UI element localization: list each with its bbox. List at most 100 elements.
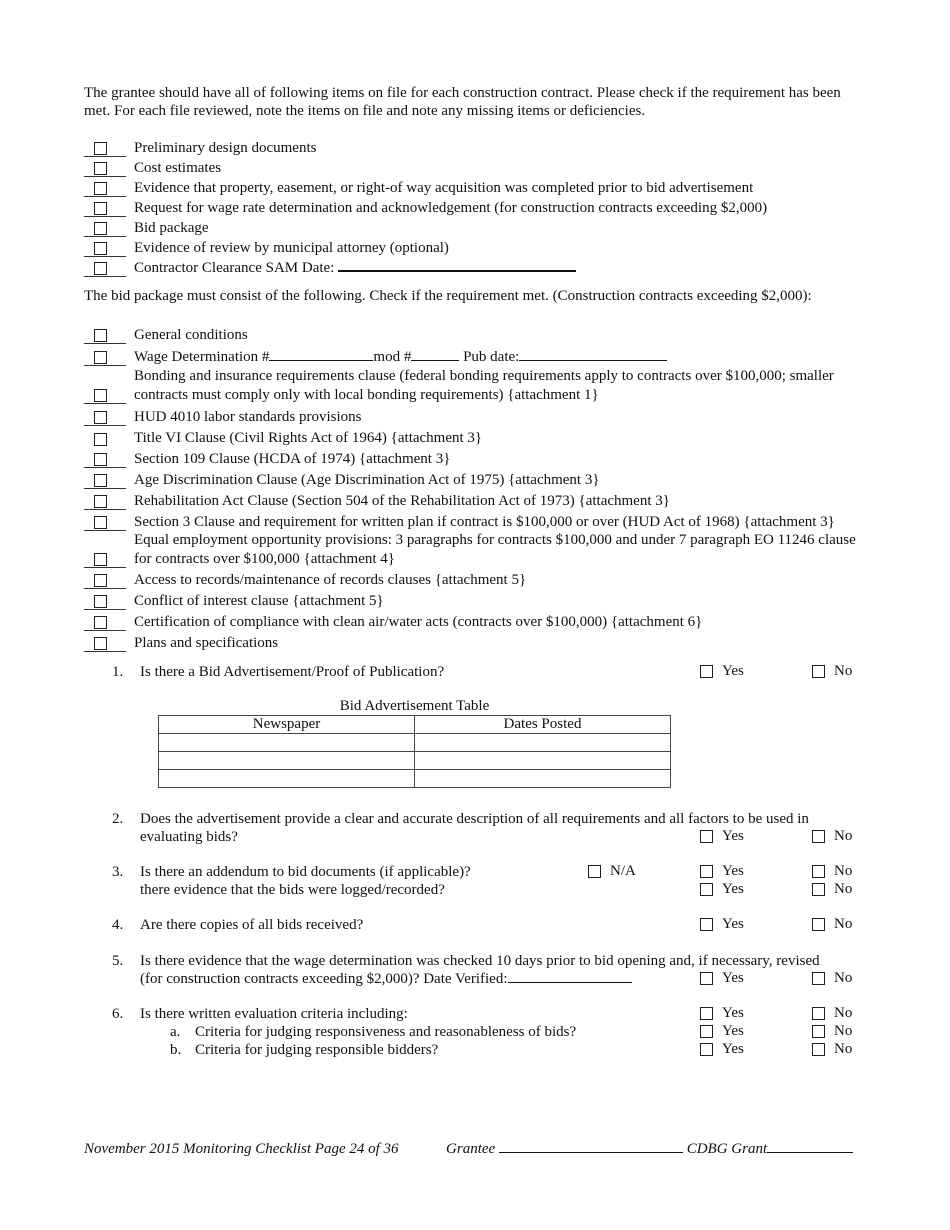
q6a-no-option[interactable]: No xyxy=(812,1023,852,1040)
q4-no-option[interactable]: No xyxy=(812,916,852,933)
checkbox[interactable] xyxy=(94,202,107,215)
checkbox[interactable] xyxy=(94,595,107,608)
q2-no-option[interactable]: No xyxy=(812,828,852,845)
checkbox[interactable] xyxy=(94,574,107,587)
q2-yes-option[interactable]: Yes xyxy=(700,828,744,845)
yes-label: Yes xyxy=(722,1041,744,1057)
newspaper-cell[interactable] xyxy=(158,733,415,752)
q5-yes-option[interactable]: Yes xyxy=(700,970,744,987)
checkbox[interactable] xyxy=(700,1007,713,1020)
checkbox[interactable] xyxy=(700,830,713,843)
checkbox[interactable] xyxy=(94,474,107,487)
checkbox[interactable] xyxy=(94,389,107,402)
no-label: No xyxy=(834,1005,853,1021)
checklist-item: Cost estimates xyxy=(84,157,874,177)
checkbox[interactable] xyxy=(94,182,107,195)
sub-text: Criteria for judging responsible bidders… xyxy=(195,1042,439,1058)
question-text: Is there written evaluation criteria inc… xyxy=(140,1006,408,1022)
mod-field[interactable] xyxy=(411,359,460,361)
item-label: Age Discrimination Clause (Age Discrimin… xyxy=(134,471,600,488)
checkbox[interactable] xyxy=(94,637,107,650)
item-label: Section 3 Clause and requirement for wri… xyxy=(134,513,835,530)
footer-grantee-field[interactable] xyxy=(498,1152,683,1153)
item-label: Rehabilitation Act Clause (Section 504 o… xyxy=(134,492,670,509)
question-text: Does the advertisement provide a clear a… xyxy=(140,811,809,845)
checkbox[interactable] xyxy=(94,516,107,529)
checkbox[interactable] xyxy=(700,1025,713,1038)
item-label: Access to records/maintenance of records… xyxy=(134,571,527,588)
document-page: The grantee should have all of following… xyxy=(0,0,950,1230)
checkbox[interactable] xyxy=(812,1025,825,1038)
q1-yes-option[interactable]: Yes xyxy=(700,663,744,680)
checkbox[interactable] xyxy=(700,972,713,985)
q5-no-option[interactable]: No xyxy=(812,970,852,987)
checkbox[interactable] xyxy=(700,665,713,678)
q6b-yes-option[interactable]: Yes xyxy=(700,1041,744,1058)
no-label: No xyxy=(834,863,853,879)
item-label: Request for wage rate determination and … xyxy=(134,199,768,216)
footer-grantee-label: Grantee xyxy=(446,1141,496,1157)
checkbox[interactable] xyxy=(94,433,107,446)
na-label: N/A xyxy=(610,863,636,879)
footer-cdbg-grant-field[interactable] xyxy=(767,1152,854,1153)
checkbox[interactable] xyxy=(812,1007,825,1020)
checkbox[interactable] xyxy=(94,351,107,364)
q3b-yes-option[interactable]: Yes xyxy=(700,881,744,898)
mod-label: mod # xyxy=(373,348,412,365)
checklist-item: Request for wage rate determination and … xyxy=(84,197,874,217)
checkbox[interactable] xyxy=(94,495,107,508)
checklist-item: Bonding and insurance requirements claus… xyxy=(84,366,874,404)
checkbox[interactable] xyxy=(588,865,601,878)
q3-no-option[interactable]: No xyxy=(812,863,852,880)
q6-no-option[interactable]: No xyxy=(812,1005,852,1022)
checkbox[interactable] xyxy=(700,918,713,931)
item-label: Bid package xyxy=(134,219,209,236)
checkbox[interactable] xyxy=(94,553,107,566)
pub-date-field[interactable] xyxy=(519,359,668,361)
checkbox[interactable] xyxy=(94,242,107,255)
checkbox[interactable] xyxy=(812,865,825,878)
q6a-yes-option[interactable]: Yes xyxy=(700,1023,744,1040)
checkbox[interactable] xyxy=(94,453,107,466)
q3-yes-option[interactable]: Yes xyxy=(700,863,744,880)
checkbox[interactable] xyxy=(812,918,825,931)
checkbox[interactable] xyxy=(94,411,107,424)
table-row xyxy=(158,751,671,770)
sam-date-field[interactable] xyxy=(338,269,577,272)
dates-posted-cell[interactable] xyxy=(414,733,671,752)
checkbox[interactable] xyxy=(94,222,107,235)
footer-page-info: November 2015 Monitoring Checklist Page … xyxy=(84,1141,399,1157)
checkbox[interactable] xyxy=(700,1043,713,1056)
checkbox[interactable] xyxy=(700,865,713,878)
table-row xyxy=(158,769,671,788)
q6b-no-option[interactable]: No xyxy=(812,1041,852,1058)
dates-posted-cell[interactable] xyxy=(414,751,671,770)
newspaper-cell[interactable] xyxy=(158,769,415,788)
q3b-no-option[interactable]: No xyxy=(812,881,852,898)
checkbox[interactable] xyxy=(812,665,825,678)
checkbox[interactable] xyxy=(812,972,825,985)
checkbox[interactable] xyxy=(812,883,825,896)
checkbox[interactable] xyxy=(94,142,107,155)
checkbox[interactable] xyxy=(812,1043,825,1056)
q6-yes-option[interactable]: Yes xyxy=(700,1005,744,1022)
newspaper-cell[interactable] xyxy=(158,751,415,770)
no-label: No xyxy=(834,1023,853,1039)
checkbox[interactable] xyxy=(812,830,825,843)
q1-no-option[interactable]: No xyxy=(812,663,852,680)
yes-label: Yes xyxy=(722,1005,744,1021)
wage-det-field[interactable] xyxy=(269,359,374,361)
checkbox[interactable] xyxy=(94,616,107,629)
checkbox[interactable] xyxy=(94,162,107,175)
q4-yes-option[interactable]: Yes xyxy=(700,916,744,933)
date-verified-field[interactable] xyxy=(507,982,632,983)
checkbox[interactable] xyxy=(94,262,107,275)
yes-label: Yes xyxy=(722,881,744,897)
q3-na-option[interactable]: N/A xyxy=(588,863,636,880)
item-label: Evidence of review by municipal attorney… xyxy=(134,239,449,256)
item-label: Wage Determination # mod # Pub date: xyxy=(126,348,668,367)
checkbox[interactable] xyxy=(94,329,107,342)
checkbox[interactable] xyxy=(700,883,713,896)
dates-posted-cell[interactable] xyxy=(414,769,671,788)
item-label: Cost estimates xyxy=(134,159,222,176)
